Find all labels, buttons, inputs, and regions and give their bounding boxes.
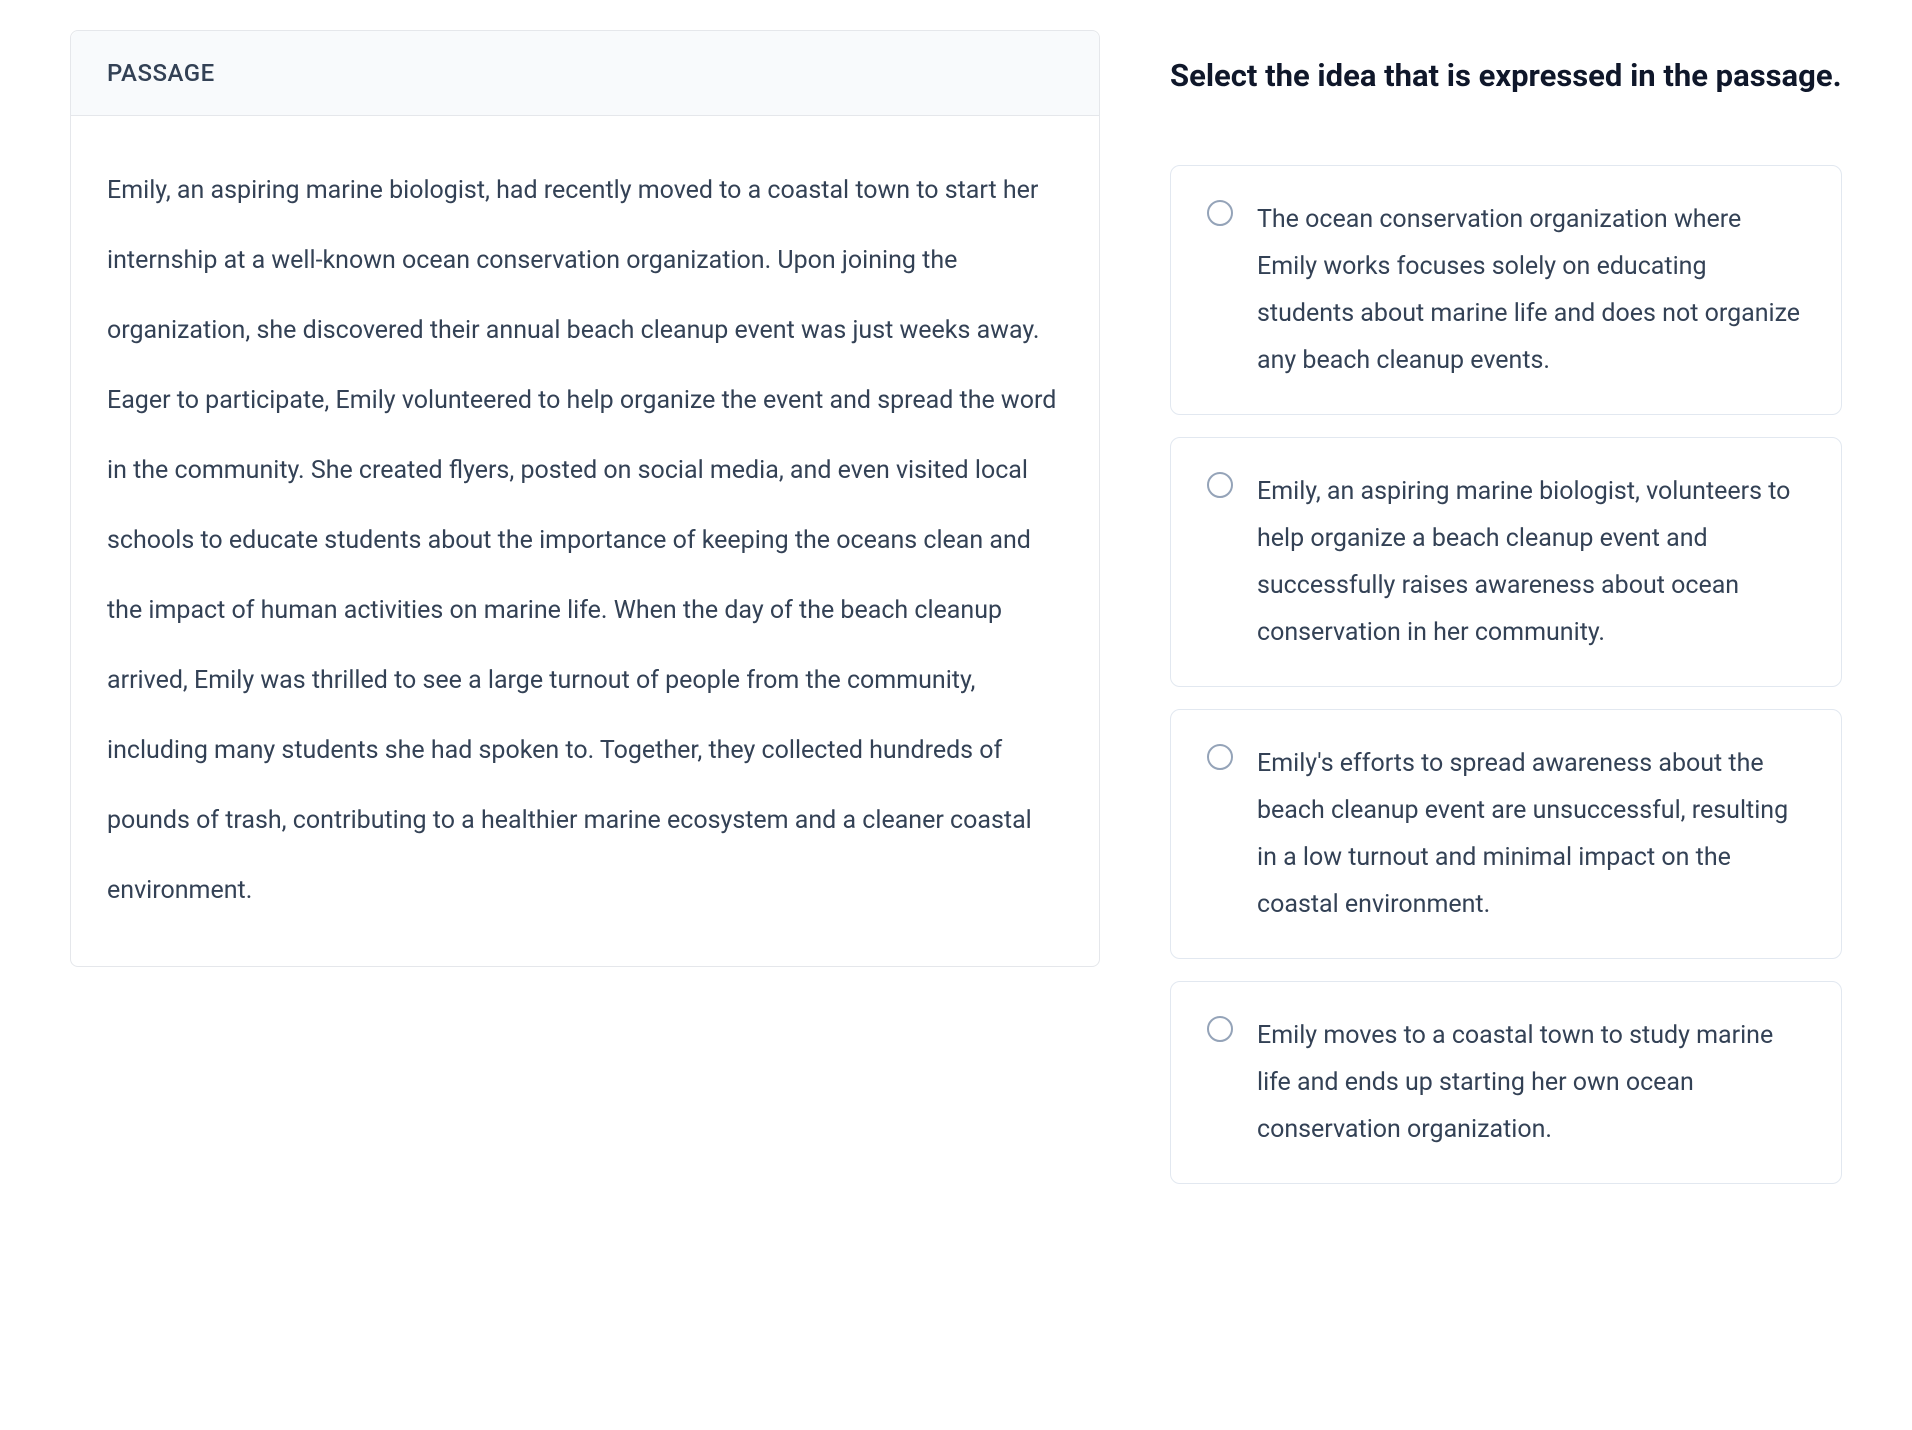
answer-option-text: Emily moves to a coastal town to study m… xyxy=(1257,1012,1805,1153)
answer-option-1[interactable]: Emily, an aspiring marine biologist, vol… xyxy=(1170,437,1842,687)
answer-option-0[interactable]: The ocean conservation organization wher… xyxy=(1170,165,1842,415)
answer-option-text: Emily's efforts to spread awareness abou… xyxy=(1257,740,1805,928)
answer-option-2[interactable]: Emily's efforts to spread awareness abou… xyxy=(1170,709,1842,959)
question-title: Select the idea that is expressed in the… xyxy=(1170,52,1842,100)
answer-option-text: The ocean conservation organization wher… xyxy=(1257,196,1805,384)
radio-icon xyxy=(1207,200,1233,226)
radio-icon xyxy=(1207,1016,1233,1042)
passage-body: Emily, an aspiring marine biologist, had… xyxy=(71,116,1099,966)
radio-icon xyxy=(1207,744,1233,770)
passage-header: PASSAGE xyxy=(71,31,1099,116)
passage-panel: PASSAGE Emily, an aspiring marine biolog… xyxy=(70,30,1100,967)
main-container: PASSAGE Emily, an aspiring marine biolog… xyxy=(70,30,1842,1184)
radio-icon xyxy=(1207,472,1233,498)
answer-option-3[interactable]: Emily moves to a coastal town to study m… xyxy=(1170,981,1842,1184)
options-list: The ocean conservation organization wher… xyxy=(1170,165,1842,1184)
question-panel: Select the idea that is expressed in the… xyxy=(1170,30,1842,1184)
answer-option-text: Emily, an aspiring marine biologist, vol… xyxy=(1257,468,1805,656)
